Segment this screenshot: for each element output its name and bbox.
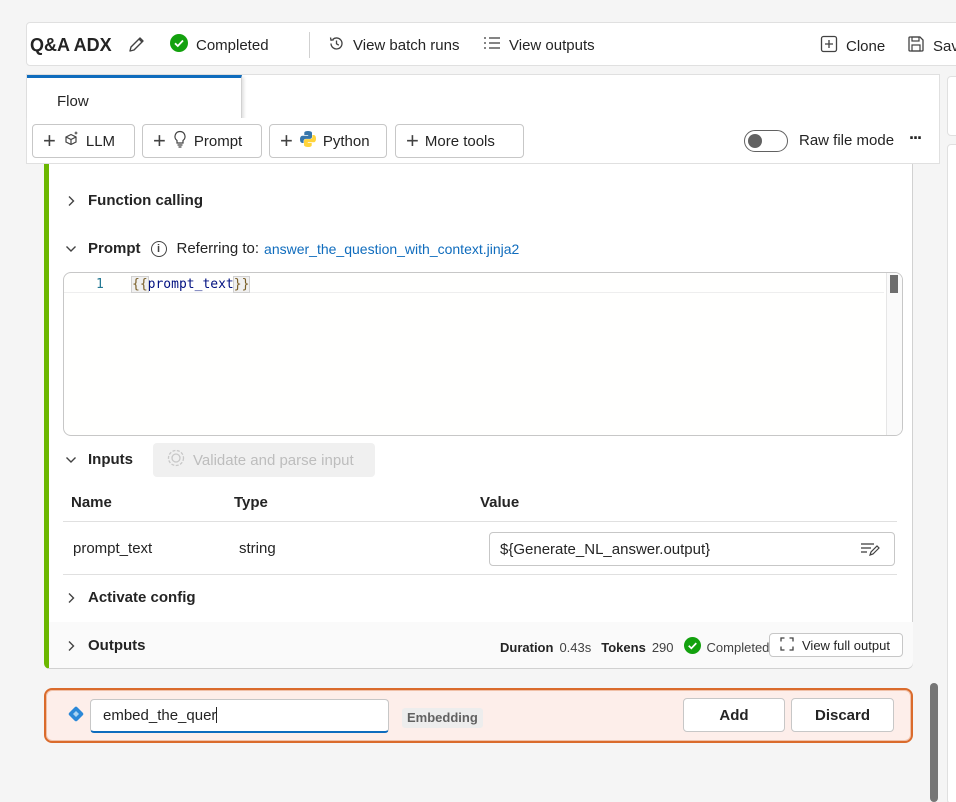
prompt-file-link[interactable]: answer_the_question_with_context.jinja2 — [264, 241, 519, 257]
line-number: 1 — [96, 277, 104, 292]
chevron-right-icon — [64, 195, 78, 207]
chevron-down-icon — [64, 244, 78, 254]
save-icon — [907, 35, 925, 57]
llm-icon — [62, 130, 80, 152]
chevron-right-icon — [64, 592, 78, 604]
list-icon — [483, 35, 501, 55]
status-text: Completed — [196, 36, 269, 54]
tab-strip: Flow — [26, 74, 940, 119]
node-type-badge: Embedding — [402, 708, 483, 728]
add-button[interactable]: Add — [683, 698, 785, 732]
check-circle-icon — [170, 34, 188, 56]
raw-file-mode-label: Raw file mode — [799, 132, 895, 149]
add-llm-button[interactable]: + LLM — [32, 124, 135, 158]
code-text[interactable]: {{prompt_text}} — [131, 276, 251, 293]
flow-title: Q&A ADX — [30, 35, 112, 55]
raw-file-mode-toggle[interactable] — [744, 130, 788, 152]
save-button[interactable]: Sav — [907, 35, 956, 57]
history-icon — [328, 35, 345, 56]
editor-scrollbar[interactable] — [886, 273, 902, 435]
divider — [309, 32, 310, 58]
divider — [63, 521, 897, 522]
node-name-input[interactable]: embed_the_quer — [90, 699, 389, 733]
edit-title-pencil-icon[interactable] — [127, 34, 147, 57]
toggle-knob — [748, 134, 762, 148]
chevron-right-icon — [64, 640, 78, 652]
check-circle-icon — [683, 637, 701, 657]
top-bar: Q&A ADX Completed View batch runs View o… — [26, 22, 956, 66]
validate-icon — [167, 449, 185, 471]
plus-icon: + — [43, 128, 56, 153]
clone-button[interactable]: Clone — [820, 35, 885, 57]
input-type-cell: string — [239, 540, 276, 557]
output-metrics: Duration 0.43s Tokens 290 Completed — [500, 637, 769, 657]
view-outputs-button[interactable]: View outputs — [483, 35, 595, 55]
new-node-card: embed_the_quer Embedding Add Discard — [44, 688, 913, 743]
prompt-section[interactable]: Prompt i Referring to: answer_the_questi… — [64, 240, 519, 257]
flow-toolbar: + LLM + Prompt + Python + More tools Raw… — [26, 118, 940, 164]
run-status: Completed — [170, 34, 269, 56]
add-prompt-button[interactable]: + Prompt — [142, 124, 262, 158]
plus-icon: + — [153, 128, 166, 153]
chevron-down-icon — [64, 455, 78, 465]
activate-config-section[interactable]: Activate config — [64, 589, 196, 606]
inputs-section[interactable]: Inputs — [64, 451, 133, 468]
divider — [63, 574, 897, 575]
plus-icon: + — [280, 128, 293, 153]
info-icon[interactable]: i — [150, 240, 167, 257]
prompt-code-editor[interactable]: 1 {{prompt_text}} — [63, 272, 903, 436]
side-panel — [947, 144, 956, 802]
output-status: Completed — [706, 639, 770, 655]
flow-canvas: Function calling Prompt i Referring to: … — [26, 164, 940, 802]
tab-flow[interactable]: Flow — [27, 75, 242, 119]
edit-value-icon[interactable] — [860, 541, 880, 561]
function-calling-section[interactable]: Function calling — [64, 192, 203, 209]
add-python-button[interactable]: + Python — [269, 124, 387, 158]
column-header-value: Value — [480, 494, 520, 511]
column-header-type: Type — [234, 494, 268, 511]
outputs-bar: Outputs Duration 0.43s Tokens 290 Comple… — [49, 622, 913, 668]
view-full-output-button[interactable]: View full output — [769, 633, 903, 657]
side-panel — [947, 76, 956, 136]
plus-icon: + — [406, 128, 419, 153]
referring-to-label: Referring to: — [176, 240, 260, 257]
input-name-cell: prompt_text — [73, 540, 153, 557]
outputs-section[interactable]: Outputs — [64, 637, 146, 654]
clone-icon — [820, 35, 838, 57]
canvas-scrollbar[interactable] — [930, 683, 938, 802]
discard-button[interactable]: Discard — [791, 698, 894, 732]
expand-icon — [780, 636, 794, 654]
column-header-name: Name — [71, 494, 112, 511]
more-tools-button[interactable]: + More tools — [395, 124, 524, 158]
python-icon — [299, 130, 317, 152]
validate-parse-input-button[interactable]: Validate and parse input — [153, 443, 375, 477]
more-options-icon[interactable]: ··· — [909, 128, 923, 149]
node-card: Function calling Prompt i Referring to: … — [44, 164, 913, 669]
input-value-field[interactable]: ${Generate_NL_answer.output} — [489, 532, 895, 566]
view-batch-runs-button[interactable]: View batch runs — [328, 35, 459, 56]
embedding-icon — [68, 706, 84, 725]
text-caret — [216, 707, 218, 723]
lightbulb-icon — [172, 130, 188, 152]
